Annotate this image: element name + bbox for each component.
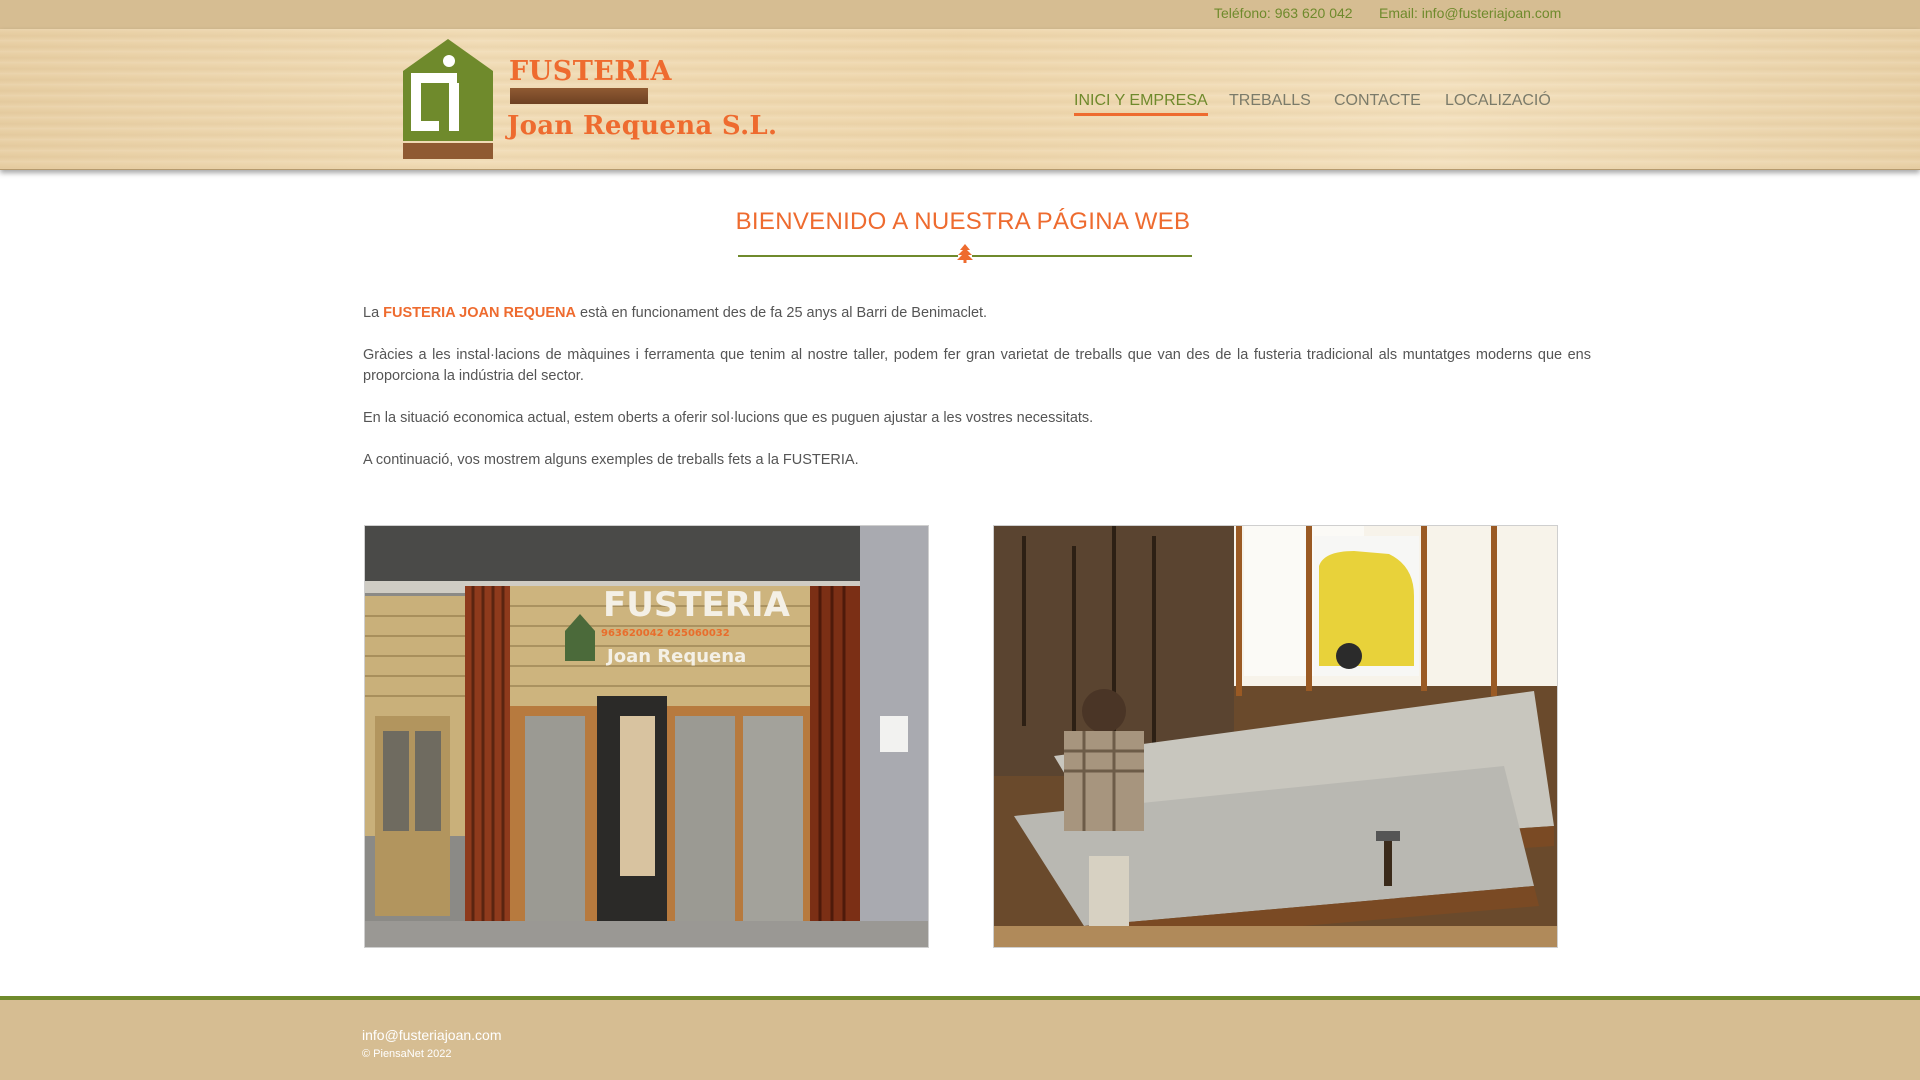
situation-paragraph: En la situació economica actual, estem o… <box>363 410 1094 426</box>
shop-sign-phones: 963620042 625060032 <box>601 628 730 639</box>
shopfront-photo[interactable]: FUSTERIA 963620042 625060032 Joan Requen… <box>364 525 929 948</box>
company-name-highlight: FUSTERIA JOAN REQUENA <box>383 305 576 321</box>
shopfront-illustration: FUSTERIA 963620042 625060032 Joan Requen… <box>365 526 928 947</box>
nav-item-treballs[interactable]: TREBALLS <box>1229 92 1311 113</box>
workshop-photo[interactable] <box>993 525 1558 948</box>
intro-text-post: està en funcionament des de fa 25 anys a… <box>575 305 988 321</box>
nav-item-inici-y-empresa[interactable]: INICI Y EMPRESA <box>1074 92 1208 116</box>
nav-item-contacte[interactable]: CONTACTE <box>1334 92 1421 113</box>
title-divider <box>738 244 1192 263</box>
nav-item-localizacio[interactable]: LOCALIZACIÓ <box>1445 92 1551 113</box>
examples-paragraph: A continuació, vos mostrem alguns exempl… <box>363 452 859 468</box>
intro-paragraph: La FUSTERIA JOAN REQUENA està en funcion… <box>363 303 1591 324</box>
logo-company-name[interactable]: Joan Requena S.L. <box>507 111 777 141</box>
tree-icon <box>957 244 973 263</box>
top-info-bar: Teléfono: 963 620 042 Email: info@fuster… <box>0 0 1920 29</box>
phone-text: Teléfono: 963 620 042 <box>1214 5 1353 21</box>
email-link[interactable]: Email: info@fusteriajoan.com <box>1379 5 1561 21</box>
site-header: FUSTERIA Joan Requena S.L. INICI Y EMPRE… <box>0 29 1920 170</box>
intro-text-pre: La <box>363 305 384 321</box>
logo-house-icon[interactable] <box>403 37 493 159</box>
logo-wood-bar <box>510 88 648 104</box>
footer-copyright: © PiensaNet 2022 <box>362 1048 452 1060</box>
logo-title[interactable]: FUSTERIA <box>509 56 672 87</box>
page-title: BIENVENIDO A NUESTRA PÁGINA WEB <box>735 208 1191 235</box>
footer-email-link[interactable]: info@fusteriajoan.com <box>362 1027 502 1043</box>
facilities-paragraph: Gràcies a les instal·lacions de màquines… <box>363 347 1591 384</box>
shop-sign-name: Joan Requena <box>605 646 746 667</box>
workshop-illustration <box>994 526 1557 947</box>
shop-sign-title: FUSTERIA <box>603 585 791 625</box>
site-footer: info@fusteriajoan.com © PiensaNet 2022 <box>0 1000 1920 1080</box>
